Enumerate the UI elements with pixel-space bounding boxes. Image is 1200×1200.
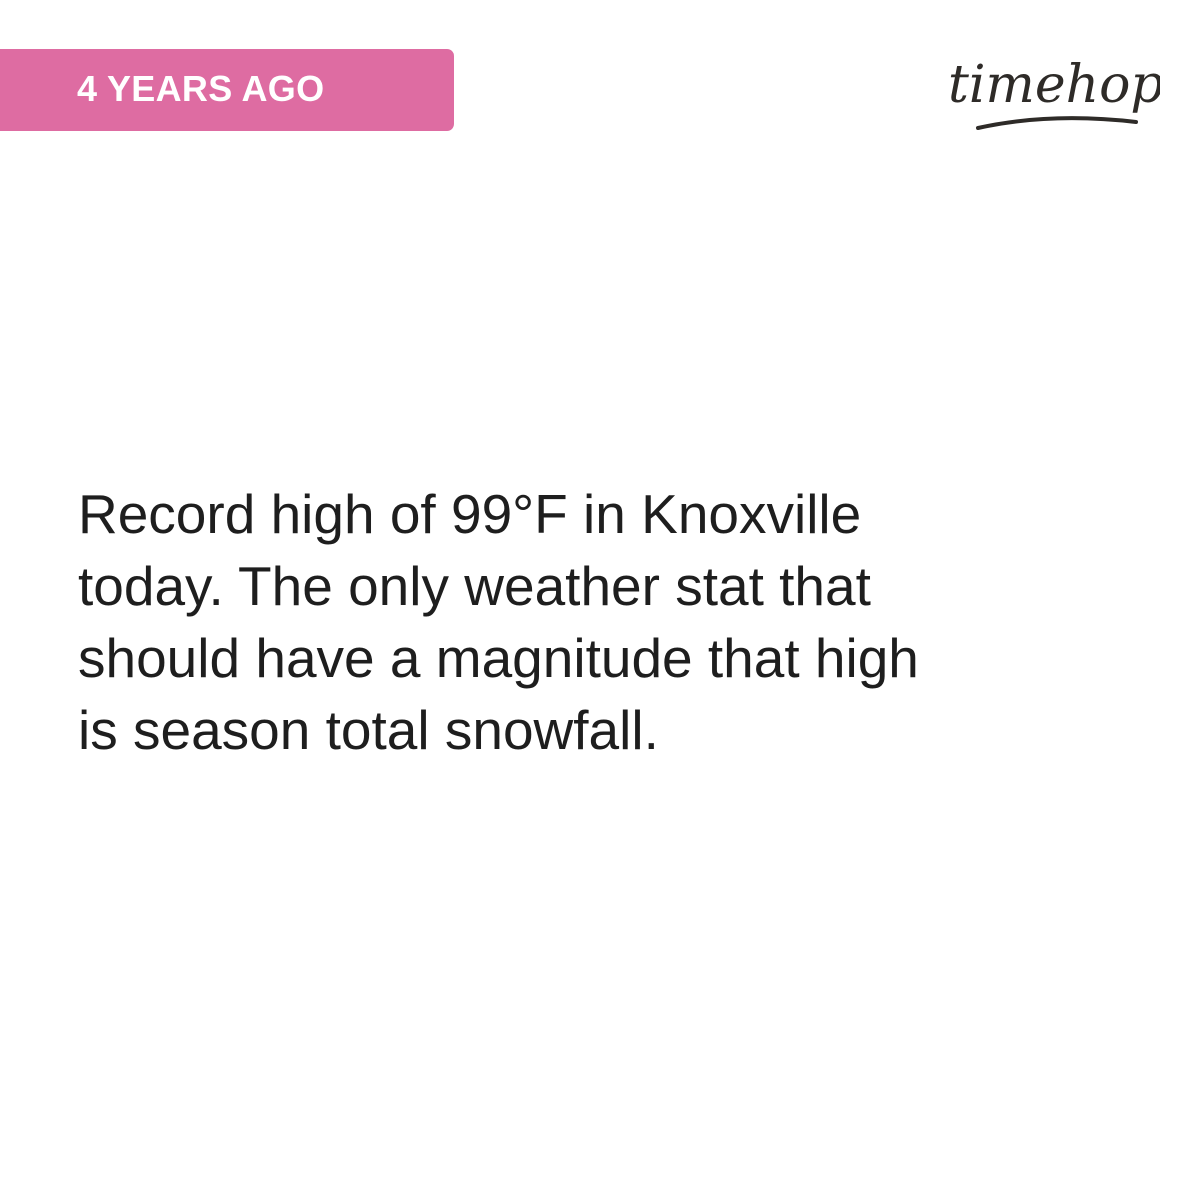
- years-ago-label: 4 YEARS AGO: [77, 68, 325, 109]
- logo-swoosh: [976, 116, 1138, 130]
- timehop-logo: timehop: [948, 55, 1160, 130]
- memory-post-text: Record high of 99°F in Knoxville today. …: [78, 483, 919, 761]
- timehop-memory-card: 4 YEARS AGO timehop Record high of 99°F …: [0, 0, 1200, 1200]
- years-ago-badge: 4 YEARS AGO: [0, 49, 454, 131]
- timehop-logo-text: timehop: [948, 55, 1160, 115]
